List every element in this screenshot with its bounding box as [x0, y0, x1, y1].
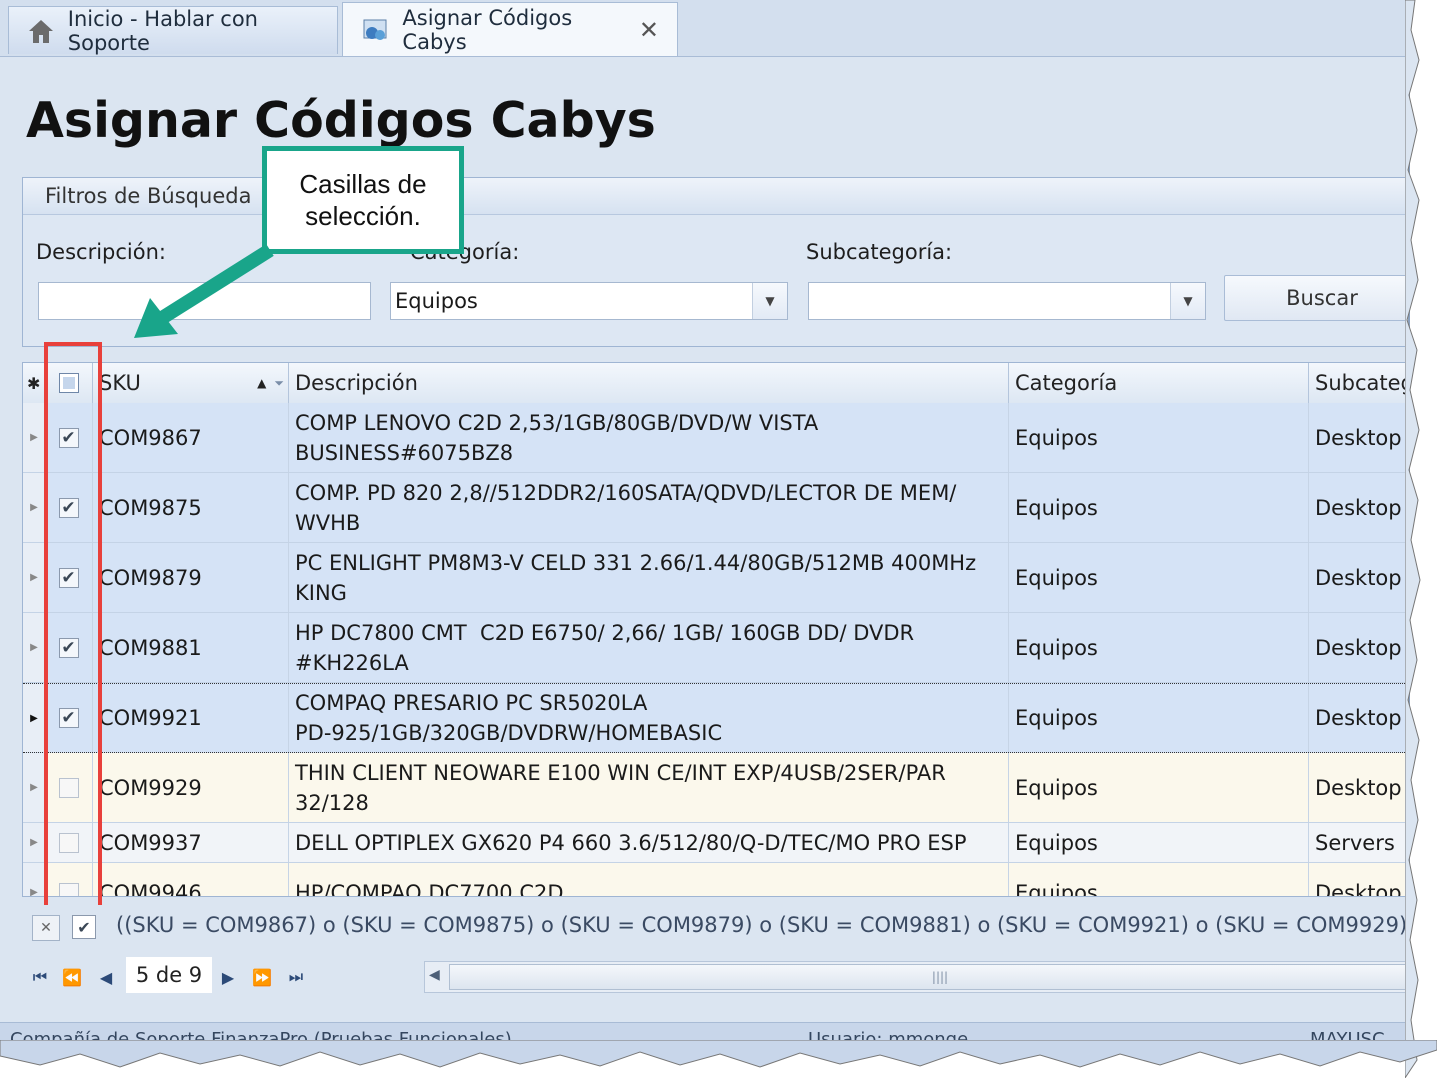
close-icon[interactable]: ✕	[639, 16, 659, 44]
first-page-icon[interactable]: ⏮	[26, 963, 54, 991]
pager: ⏮ ⏪ ◀ 5 de 9 ▶ ⏩ ⏭ ◀ ||||	[22, 955, 1408, 997]
sku-cell[interactable]: COM9921	[93, 684, 289, 752]
cabys-app-icon	[359, 13, 392, 47]
column-header-subcategoria[interactable]: Subcategoría	[1309, 363, 1408, 403]
row-indicator-icon[interactable]: ▶	[23, 863, 46, 896]
subcategoria-cell[interactable]: Desktop	[1309, 753, 1408, 822]
descripcion-cell[interactable]: HP/COMPAQ DC7700 C2D	[289, 863, 1009, 896]
search-filters-header[interactable]: Filtros de Búsqueda	[23, 178, 1408, 215]
row-indicator-icon[interactable]: ▶	[23, 753, 46, 822]
prev-page-group-icon[interactable]: ⏪	[58, 963, 86, 991]
tab-bar: Inicio - Hablar con Soporte Asignar Códi…	[0, 0, 1408, 57]
filter-bar: ✕ ✔ ((SKU = COM9867) o (SKU = COM9875) o…	[22, 905, 1408, 949]
descripcion-cell[interactable]: COMP. PD 820 2,8//512DDR2/160SATA/QDVD/L…	[289, 473, 1009, 542]
table-row[interactable]: ▶ COM9937 DELL OPTIPLEX GX620 P4 660 3.6/5…	[23, 823, 1408, 863]
descripcion-cell[interactable]: THIN CLIENT NEOWARE E100 WIN CE/INT EXP/…	[289, 753, 1009, 822]
torn-edge-bottom	[0, 1040, 1437, 1068]
page-title: Asignar Códigos Cabys	[26, 92, 656, 149]
table-row[interactable]: ▶ ✔ COM9879 PC ENLIGHT PM8M3-V CELD 331 2.6…	[23, 543, 1408, 613]
categoria-value: Equipos	[395, 289, 478, 313]
clear-filter-icon[interactable]: ✕	[32, 915, 60, 941]
products-grid: ✱ SKU ▲ ⏷ Descripción Categoría Subcateg…	[22, 362, 1408, 897]
filter-expression[interactable]: ((SKU = COM9867) o (SKU = COM9875) o (SK…	[116, 913, 1407, 937]
sku-cell[interactable]: COM9929	[93, 753, 289, 822]
descripcion-cell[interactable]: HP DC7800 CMT C2D E6750/ 2,66/ 1GB/ 160G…	[289, 613, 1009, 682]
row-indicator-icon[interactable]: ▶	[23, 613, 46, 682]
table-row[interactable]: ▶ ✔ COM9875 COMP. PD 820 2,8//512DDR2/160SA…	[23, 473, 1408, 543]
callout-arrow	[134, 244, 274, 338]
filter-enabled-checkbox[interactable]: ✔	[72, 915, 96, 939]
categoria-cell[interactable]: Equipos	[1009, 753, 1309, 822]
grid-header: ✱ SKU ▲ ⏷ Descripción Categoría Subcateg…	[23, 363, 1408, 404]
categoria-cell[interactable]: Equipos	[1009, 613, 1309, 682]
descripcion-cell[interactable]: COMPAQ PRESARIO PC SR5020LA PD-925/1GB/3…	[289, 684, 1009, 752]
scrollbar-thumb[interactable]: ||||	[449, 964, 1408, 990]
categoria-cell[interactable]: Equipos	[1009, 823, 1309, 862]
subcategoria-cell[interactable]: Desktop	[1309, 473, 1408, 542]
categoria-cell[interactable]: Equipos	[1009, 403, 1309, 472]
tab-inicio-label: Inicio - Hablar con Soporte	[67, 6, 258, 55]
sku-cell[interactable]: COM9881	[93, 613, 289, 682]
row-indicator-icon[interactable]: ▶	[23, 543, 46, 612]
tab-asignar-cabys-label: Asignar Códigos Cabys	[402, 5, 573, 54]
table-row[interactable]: ▶ COM9929 THIN CLIENT NEOWARE E100 WIN CE/…	[23, 753, 1408, 823]
tab-asignar-cabys[interactable]: Asignar Códigos Cabys ✕	[342, 2, 678, 56]
next-page-group-icon[interactable]: ⏩	[248, 963, 276, 991]
column-header-categoria[interactable]: Categoría	[1009, 363, 1309, 403]
column-header-descripcion[interactable]: Descripción	[289, 363, 1009, 403]
sku-cell[interactable]: COM9879	[93, 543, 289, 612]
prev-page-icon[interactable]: ◀	[92, 963, 120, 991]
subcategoria-cell[interactable]: Desktop	[1309, 613, 1408, 682]
row-indicator-icon[interactable]: ▶	[23, 684, 46, 752]
page-indicator[interactable]: 5 de 9	[126, 957, 212, 993]
row-indicator-icon[interactable]: ▶	[23, 823, 46, 862]
callout-line-1: Casillas de	[299, 169, 427, 199]
sku-cell[interactable]: COM9946	[93, 863, 289, 896]
descripcion-cell[interactable]: DELL OPTIPLEX GX620 P4 660 3.6/512/80/Q-…	[289, 823, 1009, 862]
filter-icon[interactable]: ⏷	[274, 376, 284, 391]
table-row[interactable]: ▶ COM9946 HP/COMPAQ DC7700 C2D Equipos Deskt…	[23, 863, 1408, 897]
subcategoria-label: Subcategoría:	[806, 240, 953, 264]
next-page-icon[interactable]: ▶	[214, 963, 242, 991]
subcategoria-cell[interactable]: Desktop	[1309, 684, 1408, 752]
buscar-button[interactable]: Buscar	[1224, 275, 1408, 321]
subcategoria-cell[interactable]: Desktop	[1309, 403, 1408, 472]
sku-cell[interactable]: COM9937	[93, 823, 289, 862]
subcategoria-cell[interactable]: Servers	[1309, 823, 1408, 862]
column-header-sku[interactable]: SKU ▲ ⏷	[93, 363, 289, 403]
categoria-cell[interactable]: Equipos	[1009, 684, 1309, 752]
row-indicator-icon[interactable]: ▶	[23, 403, 46, 472]
descripcion-cell[interactable]: COMP LENOVO C2D 2,53/1GB/80GB/DVD/W VIST…	[289, 403, 1009, 472]
scroll-left-icon[interactable]: ◀	[429, 967, 440, 983]
torn-edge-right	[1405, 0, 1421, 1078]
table-row[interactable]: ▶ ✔ COM9867 COMP LENOVO C2D 2,53/1GB/80GB/D…	[23, 403, 1408, 473]
categoria-select[interactable]: Equipos ▼	[390, 282, 788, 320]
chevron-down-icon[interactable]: ▼	[752, 283, 787, 319]
descripcion-cell[interactable]: PC ENLIGHT PM8M3-V CELD 331 2.66/1.44/80…	[289, 543, 1009, 612]
chevron-down-icon[interactable]: ▼	[1170, 283, 1205, 319]
sku-cell[interactable]: COM9875	[93, 473, 289, 542]
callout-line-2: selección.	[305, 201, 421, 231]
sku-cell[interactable]: COM9867	[93, 403, 289, 472]
subcategoria-cell[interactable]: Desktop	[1309, 863, 1408, 897]
horizontal-scrollbar[interactable]: ◀ ||||	[424, 961, 1408, 993]
table-row[interactable]: ▶ ✔ COM9921 COMPAQ PRESARIO PC SR5020LA PD-…	[23, 683, 1408, 753]
app-window: Inicio - Hablar con Soporte Asignar Códi…	[0, 0, 1410, 1052]
categoria-cell[interactable]: Equipos	[1009, 863, 1309, 896]
new-row-icon: ✱	[23, 363, 45, 403]
row-indicator-icon[interactable]: ▶	[23, 473, 46, 542]
categoria-cell[interactable]: Equipos	[1009, 543, 1309, 612]
selection-highlight-box	[44, 342, 102, 912]
home-icon	[25, 14, 58, 48]
column-header-sku-label: SKU	[99, 371, 141, 395]
last-page-icon[interactable]: ⏭	[282, 963, 310, 991]
subcategoria-cell[interactable]: Desktop	[1309, 543, 1408, 612]
subcategoria-select[interactable]: ▼	[808, 282, 1206, 320]
tab-inicio[interactable]: Inicio - Hablar con Soporte	[8, 6, 338, 55]
categoria-cell[interactable]: Equipos	[1009, 473, 1309, 542]
sort-ascending-icon: ▲	[257, 376, 267, 390]
table-row[interactable]: ▶ ✔ COM9881 HP DC7800 CMT C2D E6750/ 2,66/ …	[23, 613, 1408, 683]
